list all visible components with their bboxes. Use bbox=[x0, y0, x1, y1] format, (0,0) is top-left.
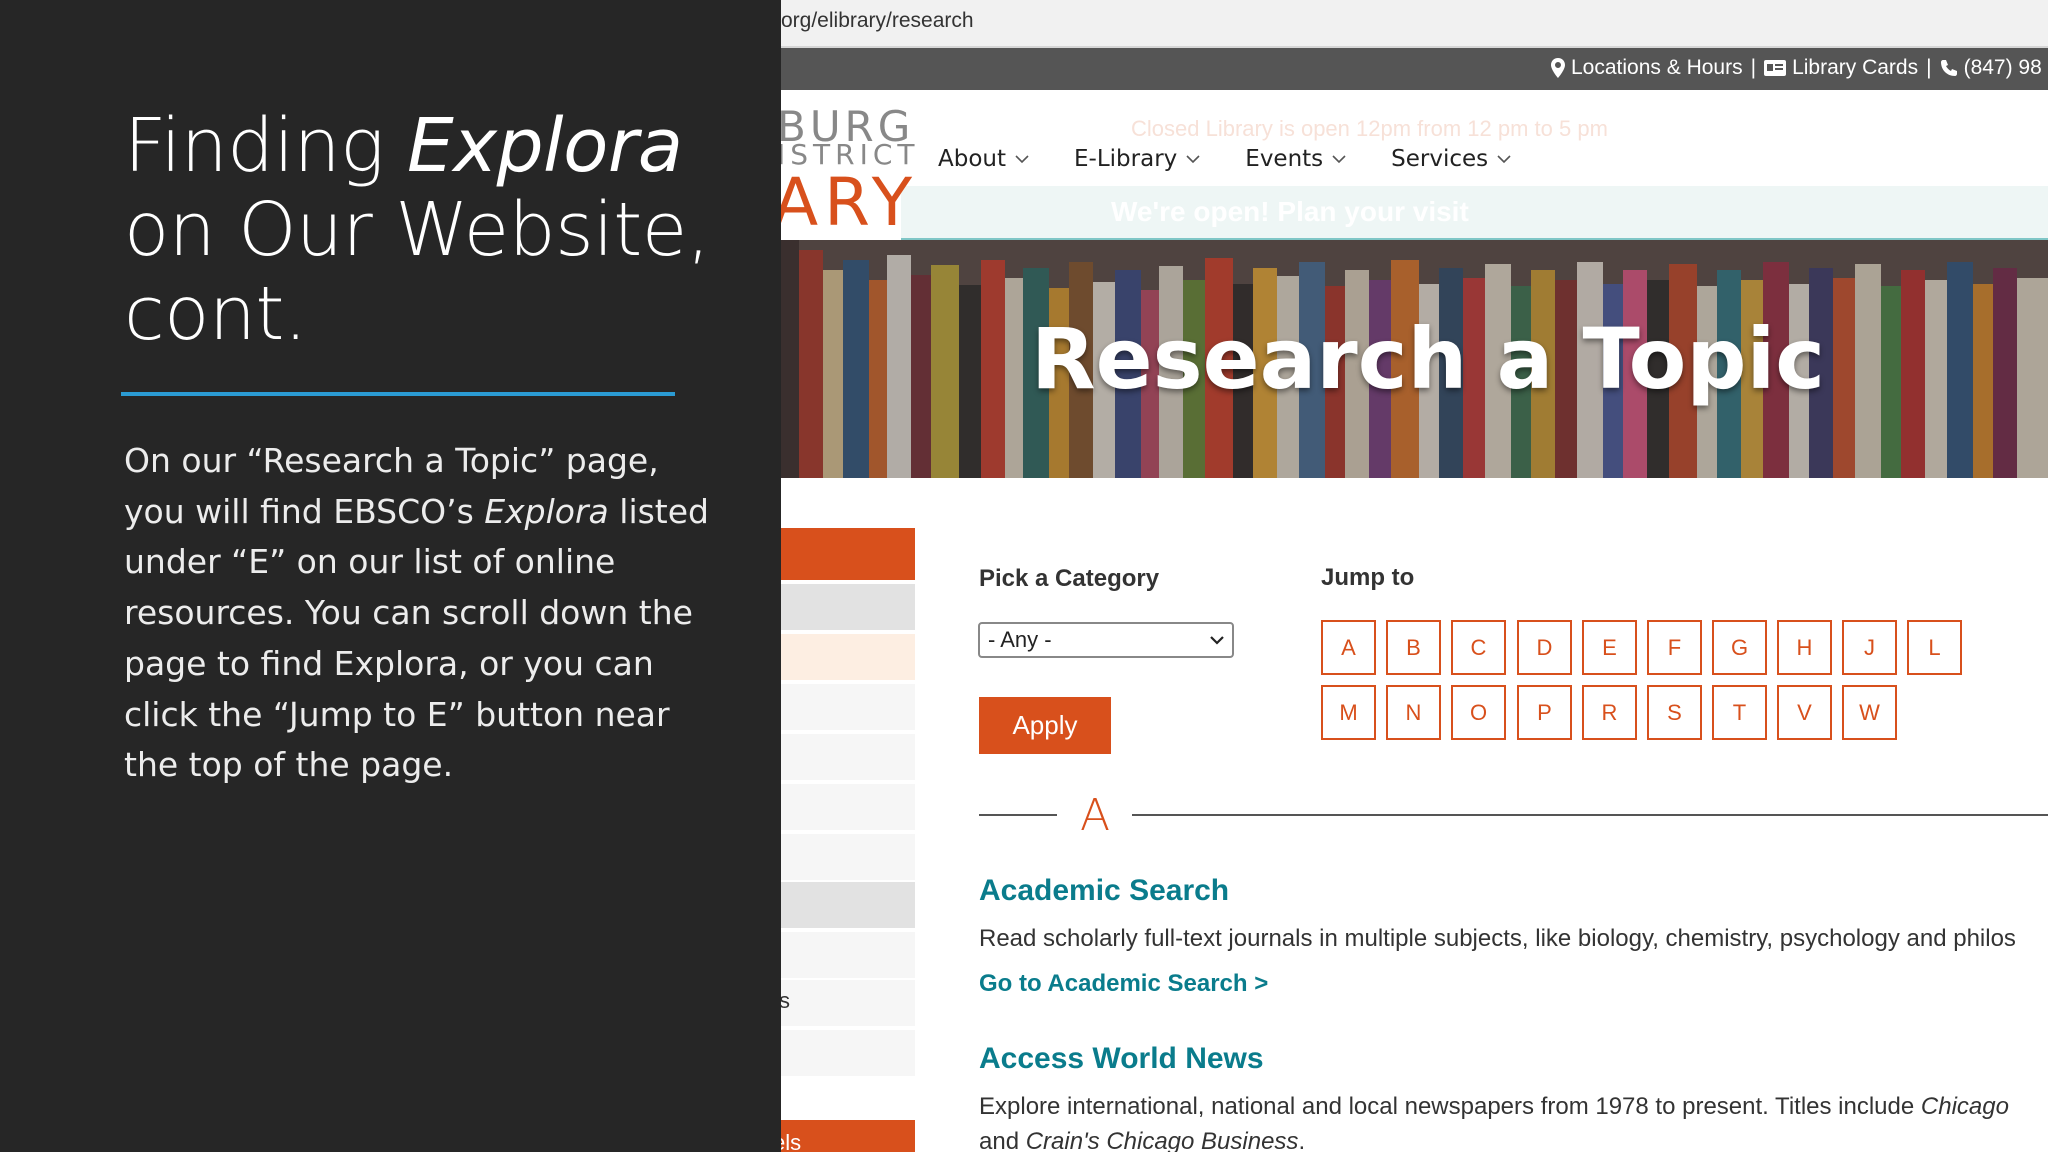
open-banner[interactable]: We're open! Plan your visit bbox=[901, 186, 2048, 241]
resource-description-line2: and Crain's Chicago Business. bbox=[979, 1128, 1305, 1152]
jump-letter-o-button[interactable]: O bbox=[1451, 685, 1506, 740]
jump-letter-j-button[interactable]: J bbox=[1842, 620, 1897, 675]
resource-description-italic: Crain's Chicago Business bbox=[1025, 1128, 1299, 1152]
logo-text-line3: ARY bbox=[781, 164, 919, 241]
jump-letter-c-button[interactable]: C bbox=[1451, 620, 1506, 675]
hero-banner: Research a Topic bbox=[781, 240, 2048, 478]
letter-section-divider: A bbox=[979, 790, 2048, 841]
jump-letter-r-button[interactable]: R bbox=[1582, 685, 1637, 740]
website-screenshot: org/elibrary/research Locations & Hours … bbox=[781, 0, 2048, 1152]
jump-letter-e-button[interactable]: E bbox=[1582, 620, 1637, 675]
url-text[interactable]: org/elibrary/research bbox=[781, 9, 974, 33]
sidebar-item[interactable] bbox=[781, 834, 915, 880]
jump-letter-l-button[interactable]: L bbox=[1907, 620, 1962, 675]
slide-text-panel: Finding Explora on Our Website, cont. On… bbox=[0, 0, 781, 1152]
category-select[interactable]: - Any - bbox=[978, 622, 1234, 658]
resource-description: Read scholarly full-text journals in mul… bbox=[979, 925, 2016, 952]
utility-bar: Locations & Hours | Library Cards | (847… bbox=[781, 48, 2048, 90]
sidebar-button-label: els bbox=[781, 1130, 802, 1152]
phone-link[interactable]: (847) 98 bbox=[1940, 56, 2042, 80]
library-cards-label: Library Cards bbox=[1792, 56, 1919, 79]
main-nav: About E-Library Events Services bbox=[938, 146, 1556, 172]
nav-item-events[interactable]: Events bbox=[1245, 146, 1347, 172]
sidebar-item[interactable] bbox=[781, 584, 915, 630]
chevron-down-icon bbox=[1497, 155, 1511, 164]
chevron-down-icon bbox=[1015, 155, 1029, 164]
title-underline bbox=[121, 392, 675, 396]
jump-to-label: Jump to bbox=[1321, 564, 1415, 591]
chevron-down-icon bbox=[1186, 155, 1200, 164]
nav-item-services[interactable]: Services bbox=[1391, 146, 1512, 172]
slide-title-italic: Explora bbox=[407, 103, 683, 189]
sidebar-button[interactable]: els bbox=[781, 1120, 915, 1152]
phone-icon bbox=[1940, 60, 1957, 76]
jump-letter-v-button[interactable]: V bbox=[1777, 685, 1832, 740]
jump-letter-g-button[interactable]: G bbox=[1712, 620, 1767, 675]
sidebar-item[interactable] bbox=[781, 882, 915, 928]
chevron-down-icon bbox=[1210, 636, 1224, 645]
chevron-down-icon bbox=[1332, 155, 1346, 164]
slide-title-part1: Finding bbox=[124, 103, 408, 189]
locations-hours-label: Locations & Hours bbox=[1571, 56, 1743, 79]
sidebar-item[interactable]: s bbox=[781, 980, 915, 1026]
map-pin-icon bbox=[1551, 58, 1565, 78]
resource-description-text: Explore international, national and loca… bbox=[979, 1093, 1921, 1120]
nav-item-label: E-Library bbox=[1074, 146, 1178, 172]
nav-item-label: Events bbox=[1245, 146, 1324, 172]
jump-letter-a-button[interactable]: A bbox=[1321, 620, 1376, 675]
jump-letter-m-button[interactable]: M bbox=[1321, 685, 1376, 740]
nav-item-label: About bbox=[938, 146, 1007, 172]
section-letter: A bbox=[1080, 790, 1111, 841]
slide-title: Finding Explora on Our Website, cont. bbox=[124, 104, 744, 356]
hero-title: Research a Topic bbox=[1031, 310, 1826, 408]
nav-item-label: Services bbox=[1391, 146, 1489, 172]
hours-notice: Closed Library is open 12pm from 12 pm t… bbox=[1131, 116, 1608, 141]
slide-body-part2: listed under “E” on our list of online r… bbox=[124, 491, 709, 785]
jump-letter-d-button[interactable]: D bbox=[1517, 620, 1572, 675]
category-select-value: - Any - bbox=[988, 627, 1052, 652]
nav-item-about[interactable]: About bbox=[938, 146, 1030, 172]
sidebar-item[interactable] bbox=[781, 1030, 915, 1076]
open-banner-text: We're open! Plan your visit bbox=[1111, 196, 1469, 227]
id-card-icon bbox=[1764, 60, 1787, 76]
slide-body-italic: Explora bbox=[484, 491, 609, 531]
resource-title-academic-search[interactable]: Academic Search bbox=[979, 874, 1229, 908]
resource-link-academic-search[interactable]: Go to Academic Search > bbox=[979, 970, 1268, 998]
separator: | bbox=[1750, 56, 1757, 79]
jump-letter-b-button[interactable]: B bbox=[1386, 620, 1441, 675]
divider-line-right bbox=[1132, 814, 2048, 816]
jump-letter-h-button[interactable]: H bbox=[1777, 620, 1832, 675]
sidebar-item[interactable] bbox=[781, 932, 915, 978]
resource-title-access-world-news[interactable]: Access World News bbox=[979, 1042, 1264, 1076]
apply-button[interactable]: Apply bbox=[979, 697, 1111, 754]
slide-title-part2: on Our Website, bbox=[124, 187, 710, 273]
library-cards-link[interactable]: Library Cards bbox=[1764, 56, 1918, 80]
resource-description-text: and bbox=[979, 1128, 1026, 1152]
jump-letter-p-button[interactable]: P bbox=[1517, 685, 1572, 740]
category-label: Pick a Category bbox=[979, 565, 1160, 592]
jump-letter-w-button[interactable]: W bbox=[1842, 685, 1897, 740]
divider-line-left bbox=[979, 814, 1057, 816]
phone-label: (847) 98 bbox=[1963, 56, 2042, 79]
nav-item-elibrary[interactable]: E-Library bbox=[1074, 146, 1201, 172]
jump-letter-t-button[interactable]: T bbox=[1712, 685, 1767, 740]
sidebar-active-item[interactable] bbox=[781, 528, 915, 580]
sidebar-item-label: s bbox=[781, 988, 790, 1013]
jump-letter-f-button[interactable]: F bbox=[1647, 620, 1702, 675]
resource-description: Explore international, national and loca… bbox=[979, 1093, 2009, 1121]
sidebar-item[interactable] bbox=[781, 634, 915, 680]
sidebar-item[interactable] bbox=[781, 784, 915, 830]
jump-letter-n-button[interactable]: N bbox=[1386, 685, 1441, 740]
sidebar-item[interactable] bbox=[781, 734, 915, 780]
sidebar-item[interactable] bbox=[781, 684, 915, 730]
jump-letter-s-button[interactable]: S bbox=[1647, 685, 1702, 740]
browser-address-bar[interactable]: org/elibrary/research bbox=[781, 0, 2048, 48]
slide-title-part3: cont. bbox=[124, 271, 307, 357]
slide-body: On our “Research a Topic” page, you will… bbox=[124, 436, 714, 791]
locations-hours-link[interactable]: Locations & Hours bbox=[1551, 56, 1743, 80]
resource-description-text: . bbox=[1298, 1128, 1306, 1152]
separator: | bbox=[1926, 56, 1932, 79]
resource-description-italic: Chicago bbox=[1920, 1093, 2009, 1120]
